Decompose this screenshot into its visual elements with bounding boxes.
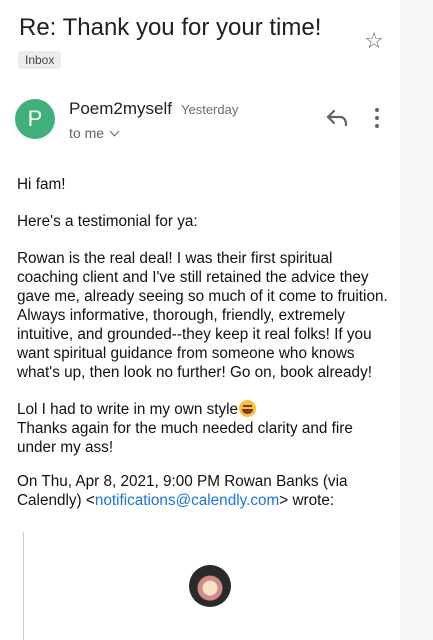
testimonial-paragraph: Rowan is the real deal! I was their firs…: [17, 250, 388, 381]
sender-avatar[interactable]: P: [15, 99, 55, 139]
more-options-button[interactable]: [370, 107, 384, 129]
label-chip-inbox[interactable]: Inbox: [18, 51, 62, 69]
quote-header: On Thu, Apr 8, 2021, 9:00 PM Rowan Banks…: [17, 472, 392, 510]
closing-line: Lol I had to write in my own style: [17, 400, 392, 419]
closing-line-text: Lol I had to write in my own style: [17, 401, 239, 418]
side-panel-edge: [400, 0, 433, 640]
sent-time: Yesterday: [181, 102, 239, 117]
email-subject: Re: Thank you for your time!: [19, 14, 322, 41]
reply-button[interactable]: [324, 107, 350, 129]
recipient-toggle[interactable]: to me: [69, 124, 120, 142]
quoted-sender-logo: [189, 565, 231, 607]
calendly-email-link[interactable]: notifications@calendly.com: [95, 492, 279, 509]
quoted-text-bar: [23, 532, 24, 640]
sender-name: Poem2myself: [69, 99, 172, 118]
star-icon[interactable]: ☆: [363, 30, 385, 52]
chevron-down-icon: [109, 126, 120, 137]
intro-line: Here's a testimonial for ya:: [17, 213, 198, 230]
reply-icon: [326, 109, 348, 127]
grinning-sweat-emoji-icon: [239, 400, 257, 417]
thanks-line: Thanks again for the much needed clarity…: [17, 420, 353, 456]
greeting-line: Hi fam!: [17, 176, 66, 193]
email-body: Hi fam! Here's a testimonial for ya: Row…: [17, 175, 392, 510]
quote-header-suffix: > wrote:: [279, 492, 335, 509]
recipient-label: to me: [69, 125, 105, 141]
